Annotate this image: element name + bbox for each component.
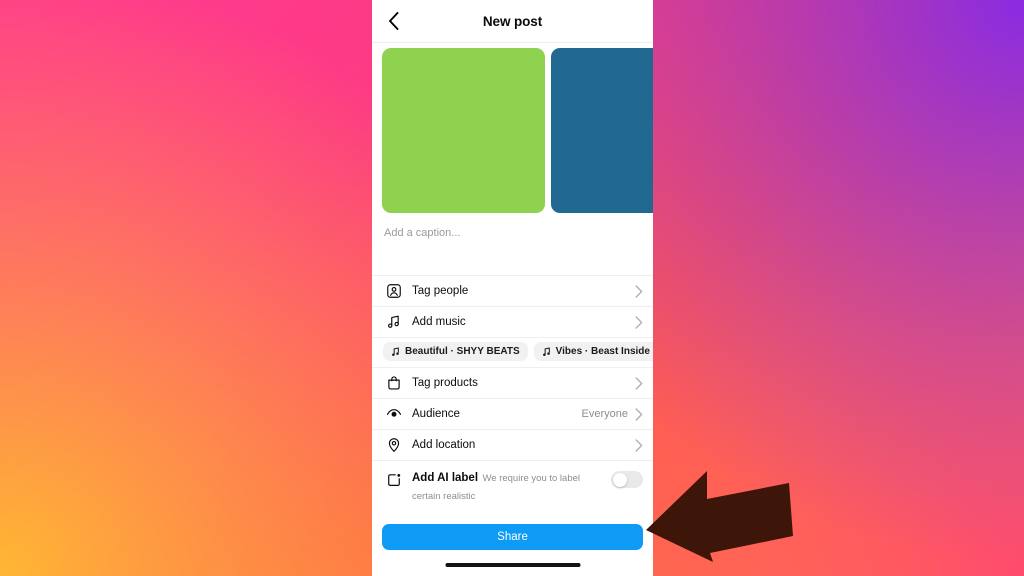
back-button[interactable]	[378, 0, 408, 42]
row-label: Add location	[412, 439, 476, 451]
row-add-ai-label[interactable]: Add AI label We require you to label cer…	[372, 461, 653, 576]
share-button[interactable]: Share	[382, 524, 643, 550]
location-pin-icon	[384, 436, 403, 455]
row-audience[interactable]: Audience Everyone	[372, 399, 653, 430]
caption-field[interactable]: Add a caption...	[372, 219, 653, 276]
photo-thumbnail-2[interactable]	[551, 48, 653, 213]
row-add-location[interactable]: Add location	[372, 430, 653, 461]
music-suggestions[interactable]: Beautiful · SHYY BEATS Vibes · Beast Ins…	[372, 338, 653, 368]
shopping-bag-icon	[384, 374, 403, 393]
music-note-icon	[384, 313, 403, 332]
chevron-right-icon	[635, 407, 643, 421]
music-chip[interactable]: Vibes · Beast Inside Beats	[533, 342, 653, 361]
audience-value: Everyone	[581, 408, 628, 420]
chevron-right-icon	[635, 315, 643, 329]
music-chip[interactable]: Beautiful · SHYY BEATS	[383, 342, 528, 361]
row-label: Tag people	[412, 285, 469, 297]
music-note-icon	[542, 346, 551, 357]
row-tag-people[interactable]: Tag people	[372, 276, 653, 307]
chevron-right-icon	[635, 376, 643, 390]
tag-people-icon	[384, 282, 403, 301]
chevron-left-icon	[388, 12, 398, 30]
ai-label-text: Add AI label We require you to label cer…	[412, 468, 611, 504]
chevron-right-icon	[635, 438, 643, 452]
ai-label-icon	[384, 470, 403, 489]
ai-label-title: Add AI label	[412, 472, 479, 484]
page-title: New post	[482, 13, 543, 29]
music-chip-label: Vibes · Beast Inside Beats	[555, 346, 653, 357]
caption-placeholder: Add a caption...	[384, 227, 461, 239]
row-label: Tag products	[412, 377, 478, 389]
share-button-container: Share	[372, 524, 653, 550]
eye-icon	[384, 405, 403, 424]
music-note-icon	[391, 346, 400, 357]
photo-thumbnail-1[interactable]	[382, 48, 545, 213]
home-indicator	[445, 563, 580, 567]
row-label: Audience	[412, 408, 460, 420]
phone-screen: New post Add a caption... Tag people Add…	[372, 0, 653, 576]
chevron-right-icon	[635, 284, 643, 298]
toggle-knob	[612, 472, 627, 487]
row-tag-products[interactable]: Tag products	[372, 368, 653, 399]
row-add-music[interactable]: Add music	[372, 307, 653, 338]
pointer-arrow	[646, 471, 793, 562]
screenshot-canvas: New post Add a caption... Tag people Add…	[0, 0, 1024, 576]
media-carousel[interactable]	[372, 43, 653, 219]
music-chip-label: Beautiful · SHYY BEATS	[405, 346, 520, 357]
ai-label-toggle[interactable]	[611, 471, 643, 488]
row-label: Add music	[412, 316, 466, 328]
app-header: New post	[372, 0, 653, 43]
